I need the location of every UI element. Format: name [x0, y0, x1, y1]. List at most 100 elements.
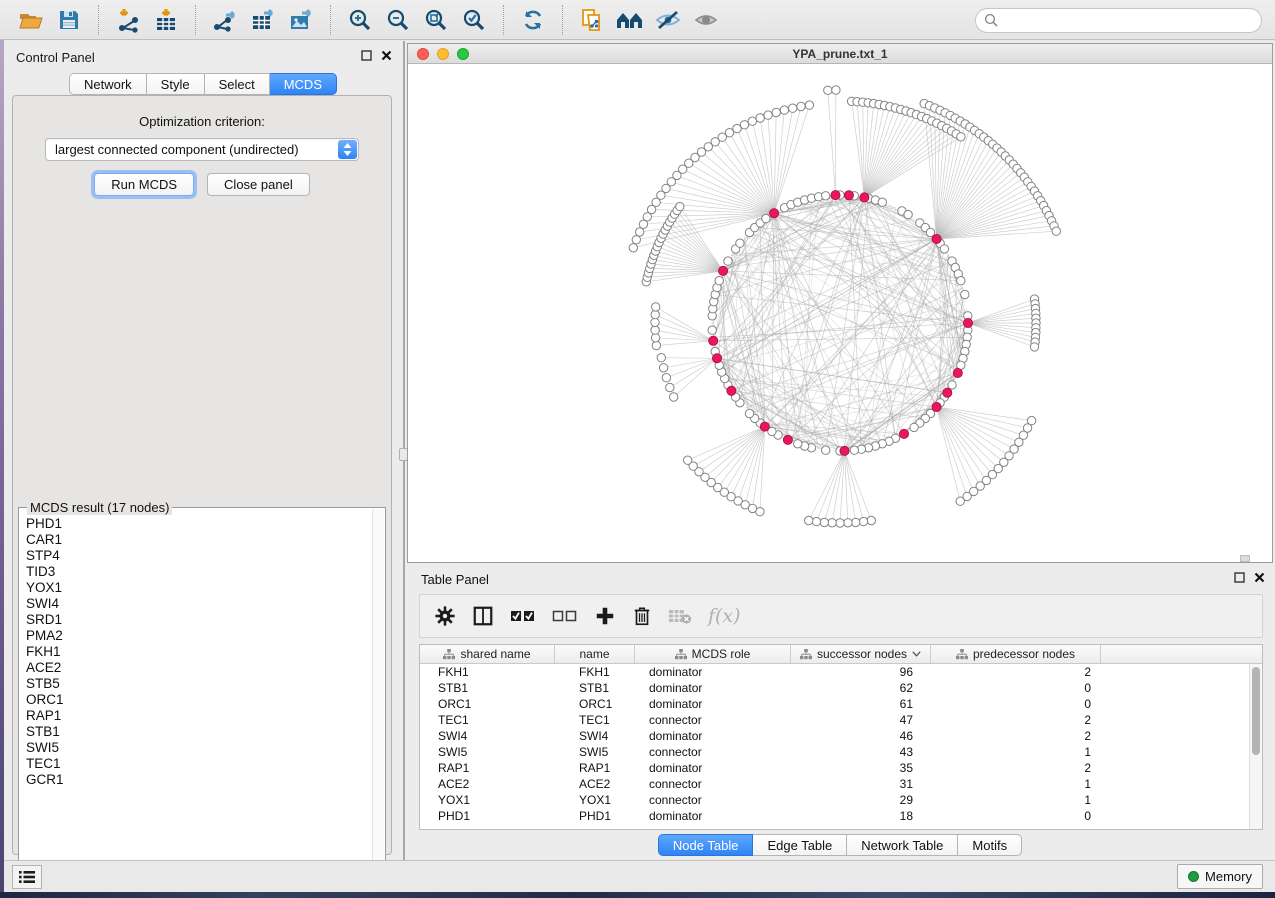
- network-node[interactable]: [657, 354, 665, 362]
- mcds-hub-node[interactable]: [783, 435, 792, 444]
- mcds-hub-node[interactable]: [953, 368, 962, 377]
- network-node[interactable]: [805, 516, 813, 524]
- zoom-selected-button[interactable]: [455, 4, 493, 36]
- mcds-result-item[interactable]: STP4: [26, 548, 371, 564]
- network-node[interactable]: [651, 326, 659, 334]
- mcds-result-item[interactable]: SRD1: [26, 612, 371, 628]
- network-node[interactable]: [651, 318, 659, 326]
- network-node[interactable]: [659, 364, 667, 372]
- refresh-button[interactable]: [514, 4, 552, 36]
- network-node[interactable]: [780, 106, 788, 114]
- network-node[interactable]: [828, 519, 836, 527]
- mcds-result-item[interactable]: RAP1: [26, 708, 371, 724]
- network-window-titlebar[interactable]: YPA_prune.txt_1: [408, 44, 1272, 64]
- table-row[interactable]: TEC1TEC1connector472: [420, 712, 1262, 728]
- network-node[interactable]: [736, 239, 744, 247]
- network-node[interactable]: [676, 202, 684, 210]
- mcds-result-item[interactable]: TID3: [26, 564, 371, 580]
- network-node[interactable]: [957, 133, 965, 141]
- memory-button[interactable]: Memory: [1177, 864, 1263, 889]
- window-minimize-button[interactable]: [437, 48, 449, 60]
- close-panel-icon[interactable]: [1254, 572, 1265, 583]
- tab-mcds[interactable]: MCDS: [270, 73, 337, 95]
- mcds-result-list[interactable]: PHD1CAR1STP4TID3YOX1SWI4SRD1PMA2FKH1ACE2…: [20, 512, 371, 876]
- network-node[interactable]: [662, 374, 670, 382]
- mcds-hub-node[interactable]: [831, 191, 840, 200]
- network-node[interactable]: [745, 409, 753, 417]
- mcds-hub-node[interactable]: [709, 336, 718, 345]
- network-node[interactable]: [878, 198, 886, 206]
- network-node[interactable]: [948, 381, 956, 389]
- mcds-result-item[interactable]: FKH1: [26, 644, 371, 660]
- column-selector-button[interactable]: [472, 605, 494, 627]
- import-table-button[interactable]: [147, 4, 185, 36]
- mcds-result-item[interactable]: STB5: [26, 676, 371, 692]
- network-node[interactable]: [805, 101, 813, 109]
- table-row[interactable]: PHD1PHD1dominator180: [420, 808, 1262, 824]
- network-node[interactable]: [822, 192, 830, 200]
- network-node[interactable]: [632, 236, 640, 244]
- network-node[interactable]: [822, 446, 830, 454]
- mcds-hub-node[interactable]: [899, 429, 908, 438]
- network-node[interactable]: [812, 517, 820, 525]
- tab-select[interactable]: Select: [205, 73, 270, 95]
- first-neighbors-button[interactable]: [611, 4, 649, 36]
- mcds-hub-node[interactable]: [719, 266, 728, 275]
- mcds-hub-node[interactable]: [840, 446, 849, 455]
- delete-row-button[interactable]: [632, 605, 652, 627]
- tab-style[interactable]: Style: [147, 73, 205, 95]
- network-node[interactable]: [651, 310, 659, 318]
- network-node[interactable]: [910, 423, 918, 431]
- mcds-hub-node[interactable]: [727, 386, 736, 395]
- table-settings-button[interactable]: [434, 605, 456, 627]
- network-node[interactable]: [832, 86, 840, 94]
- network-node[interactable]: [651, 334, 659, 342]
- network-node[interactable]: [961, 290, 969, 298]
- table-row[interactable]: ORC1ORC1dominator610: [420, 696, 1262, 712]
- mcds-result-item[interactable]: ACE2: [26, 660, 371, 676]
- function-builder-button[interactable]: f(x): [708, 605, 741, 627]
- save-session-button[interactable]: [50, 4, 88, 36]
- tab-network[interactable]: Network: [69, 73, 147, 95]
- column-header-predecessor-nodes[interactable]: predecessor nodes: [931, 645, 1101, 663]
- network-node[interactable]: [724, 257, 732, 265]
- mcds-hub-node[interactable]: [770, 209, 779, 218]
- network-node[interactable]: [629, 244, 637, 252]
- mcds-result-item[interactable]: TEC1: [26, 756, 371, 772]
- open-session-button[interactable]: [12, 4, 50, 36]
- column-header-MCDS-role[interactable]: MCDS role: [635, 645, 791, 663]
- table-row[interactable]: ACE2ACE2connector311: [420, 776, 1262, 792]
- mcds-result-item[interactable]: YOX1: [26, 580, 371, 596]
- export-table-button[interactable]: [244, 4, 282, 36]
- network-node[interactable]: [956, 497, 964, 505]
- table-scrollbar-thumb[interactable]: [1252, 667, 1260, 755]
- table-row[interactable]: STB1STB1dominator620: [420, 680, 1262, 696]
- zoom-in-button[interactable]: [341, 4, 379, 36]
- network-node[interactable]: [708, 326, 716, 334]
- network-node[interactable]: [859, 517, 867, 525]
- network-node[interactable]: [772, 108, 780, 116]
- mcds-result-item[interactable]: CAR1: [26, 532, 371, 548]
- network-node[interactable]: [652, 303, 660, 311]
- mcds-hub-node[interactable]: [760, 422, 769, 431]
- network-node[interactable]: [867, 516, 875, 524]
- window-zoom-button[interactable]: [457, 48, 469, 60]
- table-row[interactable]: SWI5SWI5connector431: [420, 744, 1262, 760]
- network-node[interactable]: [820, 518, 828, 526]
- zoom-fit-button[interactable]: [417, 4, 455, 36]
- mcds-result-item[interactable]: SWI4: [26, 596, 371, 612]
- mcds-result-item[interactable]: STB1: [26, 724, 371, 740]
- import-network-button[interactable]: [109, 4, 147, 36]
- network-node[interactable]: [957, 277, 965, 285]
- network-node[interactable]: [852, 518, 860, 526]
- network-node[interactable]: [725, 129, 733, 137]
- network-node[interactable]: [652, 341, 660, 349]
- network-node[interactable]: [824, 86, 832, 94]
- table-scrollbar[interactable]: [1249, 664, 1262, 829]
- mcds-hub-node[interactable]: [712, 354, 721, 363]
- network-node[interactable]: [670, 393, 678, 401]
- run-mcds-button[interactable]: Run MCDS: [94, 173, 194, 196]
- mcds-list-scrollbar[interactable]: [372, 509, 384, 876]
- network-node[interactable]: [762, 214, 770, 222]
- network-node[interactable]: [740, 121, 748, 129]
